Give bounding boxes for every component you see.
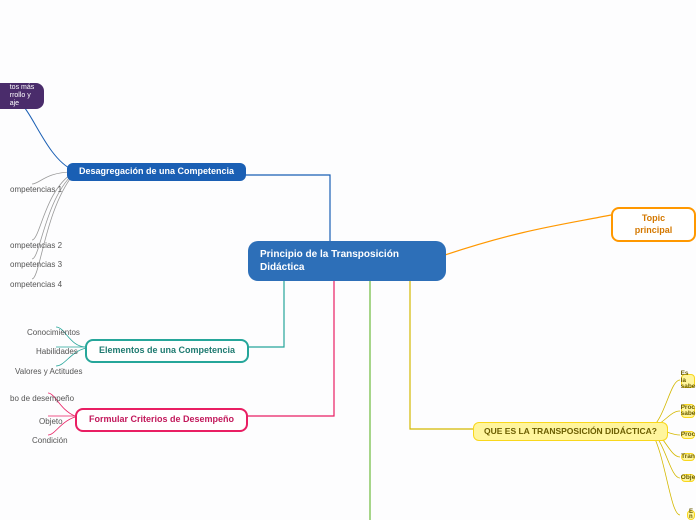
criterios-node[interactable]: Formular Criterios de Desempeño bbox=[75, 408, 248, 432]
right-leaf-5[interactable]: Obje bbox=[681, 474, 695, 482]
central-title: Principio de la Transposición Didáctica bbox=[260, 248, 436, 274]
comp-leaf-3[interactable]: ompetencias 3 bbox=[0, 256, 72, 274]
crit-leaf-3[interactable]: Condición bbox=[22, 432, 78, 450]
right-leaf-1[interactable]: Es la sabe bbox=[681, 374, 695, 388]
right-leaf-4[interactable]: Tran bbox=[681, 453, 695, 461]
right-leaf-3[interactable]: Proc bbox=[681, 431, 695, 439]
comp-leaf-2[interactable]: ompetencias 2 bbox=[0, 237, 72, 255]
purple-text: tos más rrollo y aje bbox=[10, 84, 35, 107]
elem-leaf-1[interactable]: Conocimientos bbox=[17, 324, 90, 342]
elem-leaf-3[interactable]: Valores y Actitudes bbox=[5, 363, 92, 381]
comp-leaf-4[interactable]: ompetencias 4 bbox=[0, 276, 72, 294]
topic-label: Topic principal bbox=[625, 213, 682, 236]
crit-leaf-2[interactable]: Objeto bbox=[29, 413, 73, 431]
purple-partial-node[interactable]: tos más rrollo y aje bbox=[0, 83, 44, 109]
desagregacion-label: Desagregación de una Competencia bbox=[79, 166, 234, 178]
que-es-node[interactable]: QUE ES LA TRANSPOSICIÓN DIDÁCTICA? bbox=[473, 422, 668, 441]
elementos-label: Elementos de una Competencia bbox=[99, 345, 235, 357]
right-leaf-6[interactable]: E n bbox=[687, 510, 695, 520]
elementos-node[interactable]: Elementos de una Competencia bbox=[85, 339, 249, 363]
desagregacion-node[interactable]: Desagregación de una Competencia bbox=[67, 163, 246, 181]
central-node[interactable]: Principio de la Transposición Didáctica bbox=[248, 241, 446, 281]
que-es-label: QUE ES LA TRANSPOSICIÓN DIDÁCTICA? bbox=[484, 426, 657, 437]
comp-leaf-1[interactable]: ompetencias 1 bbox=[0, 181, 72, 199]
criterios-label: Formular Criterios de Desempeño bbox=[89, 414, 234, 426]
elem-leaf-2[interactable]: Habilidades bbox=[26, 343, 88, 361]
right-leaf-2[interactable]: Proc sabe bbox=[681, 404, 695, 418]
topic-principal-node[interactable]: Topic principal bbox=[611, 207, 696, 242]
crit-leaf-1[interactable]: bo de desempeño bbox=[0, 390, 84, 408]
